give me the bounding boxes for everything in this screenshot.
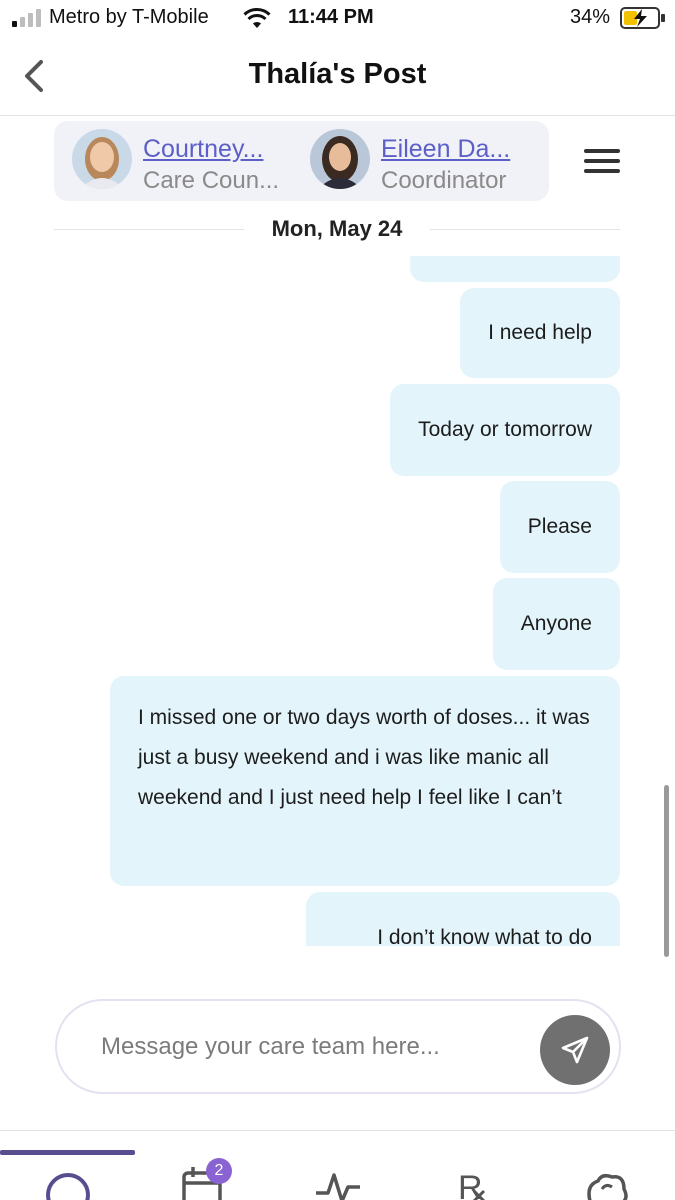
status-time: 11:44 PM bbox=[288, 6, 374, 28]
prescription-icon[interactable]: R bbox=[430, 1161, 510, 1200]
message-bubble: I need help bbox=[460, 288, 620, 378]
message-composer bbox=[55, 999, 621, 1094]
member-name-link[interactable]: Eileen Da... bbox=[381, 135, 510, 164]
date-label: Mon, May 24 bbox=[257, 216, 417, 241]
signal-strength-icon bbox=[12, 9, 41, 27]
calendar-icon[interactable] bbox=[164, 1161, 244, 1200]
carrier-name: Metro by T-Mobile bbox=[49, 6, 209, 28]
member-role: Care Coun... bbox=[143, 167, 280, 194]
care-team-strip: Courtney... Care Coun... Eileen Da... Co… bbox=[54, 121, 549, 201]
member-name-link[interactable]: Courtney... bbox=[143, 135, 263, 164]
calendar-badge: 2 bbox=[206, 1158, 232, 1184]
battery-percentage: 34% bbox=[570, 6, 611, 28]
message-input[interactable] bbox=[101, 1027, 501, 1067]
message-bubble: Anyone bbox=[492, 578, 620, 670]
message-bubble: Please bbox=[499, 481, 620, 573]
brain-icon[interactable] bbox=[566, 1161, 646, 1200]
wifi-icon bbox=[243, 7, 271, 28]
battery-charging-icon bbox=[620, 7, 665, 29]
message-bubble: I missed one or two days worth of doses.… bbox=[110, 676, 620, 886]
hamburger-menu-icon[interactable] bbox=[580, 143, 626, 179]
status-bar: Metro by T-Mobile 11:44 PM 34% bbox=[0, 0, 675, 36]
care-team-member-1[interactable]: Courtney... Care Coun... bbox=[72, 129, 292, 194]
message-bubble: I don’t know what to do bbox=[306, 892, 620, 946]
care-team-member-2[interactable]: Eileen Da... Coordinator bbox=[310, 129, 540, 194]
send-icon bbox=[561, 1036, 589, 1064]
member-role: Coordinator bbox=[381, 167, 507, 194]
page-title: Thalía's Post bbox=[248, 58, 427, 90]
nav-header: Thalía's Post bbox=[0, 40, 675, 116]
message-bubble-partial bbox=[410, 256, 620, 282]
message-bubble: Today or tomorrow bbox=[390, 384, 620, 476]
avatar bbox=[310, 129, 370, 189]
active-tab-indicator bbox=[0, 1150, 135, 1155]
chat-icon[interactable] bbox=[28, 1161, 108, 1200]
avatar bbox=[72, 129, 132, 189]
send-button[interactable] bbox=[540, 1015, 610, 1085]
activity-icon[interactable] bbox=[298, 1161, 378, 1200]
date-divider: Mon, May 24 bbox=[54, 212, 620, 248]
tab-bar: R bbox=[0, 1130, 675, 1200]
message-list[interactable]: I need help Today or tomorrow Please Any… bbox=[0, 256, 675, 946]
scrollbar[interactable] bbox=[664, 785, 669, 957]
